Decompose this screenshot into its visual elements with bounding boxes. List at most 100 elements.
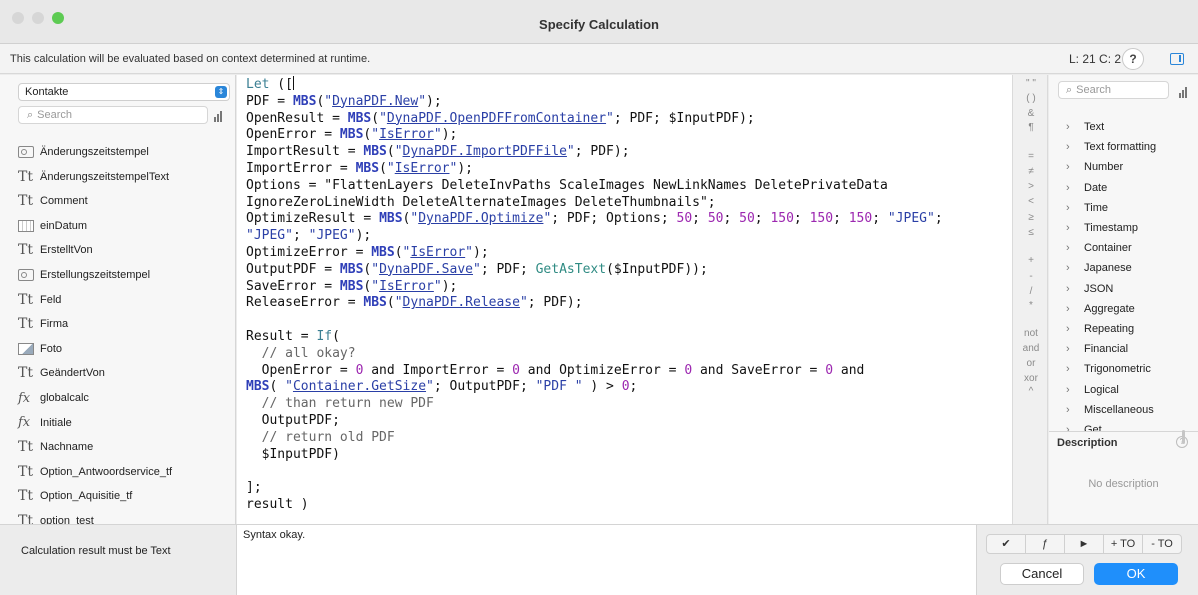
function-search-input[interactable]: ⌕ Search [1058,81,1169,99]
field-item-label: Comment [40,195,88,208]
operator-button[interactable]: not [1013,328,1049,339]
calculation-code[interactable]: Let ([ PDF = MBS("DynaPDF.New"); OpenRes… [246,76,943,514]
search-icon: ⌕ [1066,84,1073,96]
operator-button[interactable]: / [1013,286,1049,297]
operator-button[interactable]: - [1013,271,1049,282]
evaluate-button[interactable]: ► [1065,535,1104,553]
function-category-item[interactable]: › Get [1066,424,1102,431]
insert-function-button[interactable]: ƒ [1026,535,1065,553]
operator-button[interactable]: and [1013,343,1049,354]
operator-button[interactable]: + [1013,255,1049,266]
function-category-label: Financial [1084,343,1129,356]
field-item[interactable]: Tt Feld [18,289,61,311]
field-item[interactable]: Foto [18,338,62,360]
function-category-label: Trigonometric [1084,363,1151,376]
calculation-field-icon: fx [18,415,31,431]
check-syntax-button[interactable]: ✔ [987,535,1026,553]
editor-toolbar: ✔ ƒ ► + TO - TO [986,534,1182,554]
operator-button[interactable]: < [1013,196,1049,207]
ok-button[interactable]: OK [1094,563,1178,585]
operator-button[interactable]: " " [1013,78,1049,89]
timestamp-field-icon [18,269,34,281]
function-category-label: Date [1084,181,1108,194]
sidebar-toggle-icon[interactable] [1170,53,1184,65]
calculation-editor[interactable]: Let ([ PDF = MBS("DynaPDF.New"); OpenRes… [237,75,1012,524]
operator-button[interactable]: & [1013,108,1049,119]
function-sort-bars-icon[interactable] [1179,87,1187,98]
function-category-item[interactable]: › Trigonometric [1066,363,1151,375]
operator-button[interactable]: ≤ [1013,227,1049,238]
chevron-right-icon: › [1066,222,1070,234]
operator-button[interactable]: ≠ [1013,166,1049,177]
table-selector[interactable]: Kontakte ⇕ [18,83,230,101]
chevron-right-icon: › [1066,201,1070,214]
function-category-label: Time [1084,201,1109,214]
function-category-item[interactable]: › Financial [1066,343,1128,355]
field-item[interactable]: einDatum [18,215,87,237]
date-field-icon [18,219,34,232]
field-item[interactable]: Tt ErstelltVon [18,239,93,261]
field-item[interactable]: Tt Comment [18,190,88,212]
field-item[interactable]: fx Initiale [18,412,72,434]
description-text: No description [1088,478,1159,490]
field-item[interactable]: fx globalcalc [18,387,89,409]
text-field-icon: Tt [18,291,33,308]
function-category-item[interactable]: › Timestamp [1066,222,1138,234]
function-category-label: JSON [1084,282,1114,295]
field-item[interactable]: Tt Option_Antwoordservice_tf [18,461,172,483]
field-item-label: Initiale [40,416,72,429]
function-search-placeholder: Search [1076,84,1112,96]
function-category-item[interactable]: › Repeating [1066,323,1134,335]
field-item[interactable]: Änderungszeitstempel [18,141,149,163]
field-item[interactable]: Tt GeändertVon [18,362,105,384]
function-category-label: Miscellaneous [1084,403,1154,416]
sort-bars-icon[interactable] [214,111,222,122]
cancel-button[interactable]: Cancel [1000,563,1084,585]
operator-button[interactable]: ≥ [1013,212,1049,223]
title-bar: Specify Calculation [0,0,1198,44]
field-item[interactable]: Tt Firma [18,313,68,335]
chevron-right-icon: › [1066,424,1070,431]
operator-button[interactable]: ¶ [1013,122,1049,133]
operator-button[interactable]: > [1013,181,1049,192]
function-category-item[interactable]: › Logical [1066,384,1119,396]
field-item[interactable]: Tt ÄnderungszeitstempelText [18,166,169,188]
field-item[interactable]: Tt option_test [18,510,94,524]
field-item[interactable]: Tt Option_Aquisitie_tf [18,485,132,507]
operator-button[interactable]: ^ [1013,386,1049,397]
help-button[interactable]: ? [1122,48,1144,70]
field-search-input[interactable]: ⌕ Search [18,106,208,124]
text-field-icon: Tt [18,513,33,524]
operator-button[interactable]: or [1013,358,1049,369]
chevron-updown-icon[interactable]: ⇕ [215,86,227,98]
function-category-item[interactable]: › Text formatting [1066,141,1156,153]
operator-button[interactable]: = [1013,151,1049,162]
function-list-scrollbar[interactable] [1182,430,1185,444]
function-category-item[interactable]: › Aggregate [1066,303,1135,315]
function-category-item[interactable]: › JSON [1066,283,1113,295]
field-item[interactable]: Erstellungszeitstempel [18,264,150,286]
function-category-item[interactable]: › Text [1066,121,1104,133]
remove-table-occurrence-button[interactable]: - TO [1143,535,1181,553]
operator-button[interactable]: xor [1013,373,1049,384]
syntax-status-area: Syntax okay. [236,525,977,595]
add-table-occurrence-button[interactable]: + TO [1104,535,1143,553]
field-item[interactable]: Tt Nachname [18,436,93,458]
table-selector-value: Kontakte [25,86,69,98]
function-category-item[interactable]: › Container [1066,242,1132,254]
text-cursor [292,76,294,90]
field-item-label: Feld [40,293,62,306]
function-category-item[interactable]: › Number [1066,161,1123,173]
operator-button[interactable]: ( ) [1013,93,1049,104]
text-field-icon: Tt [18,242,33,259]
operator-button[interactable]: * [1013,300,1049,311]
field-panel: Kontakte ⇕ ⌕ Search Änderungszeitstempel T… [0,75,236,524]
function-category-item[interactable]: › Miscellaneous [1066,404,1154,416]
function-category-label: Japanese [1084,262,1132,275]
text-field-icon: Tt [18,316,33,333]
function-category-item[interactable]: › Time [1066,202,1108,214]
function-category-label: Text formatting [1084,141,1157,154]
function-category-item[interactable]: › Date [1066,182,1107,194]
description-heading: Description [1057,437,1118,449]
function-category-item[interactable]: › Japanese [1066,262,1132,274]
